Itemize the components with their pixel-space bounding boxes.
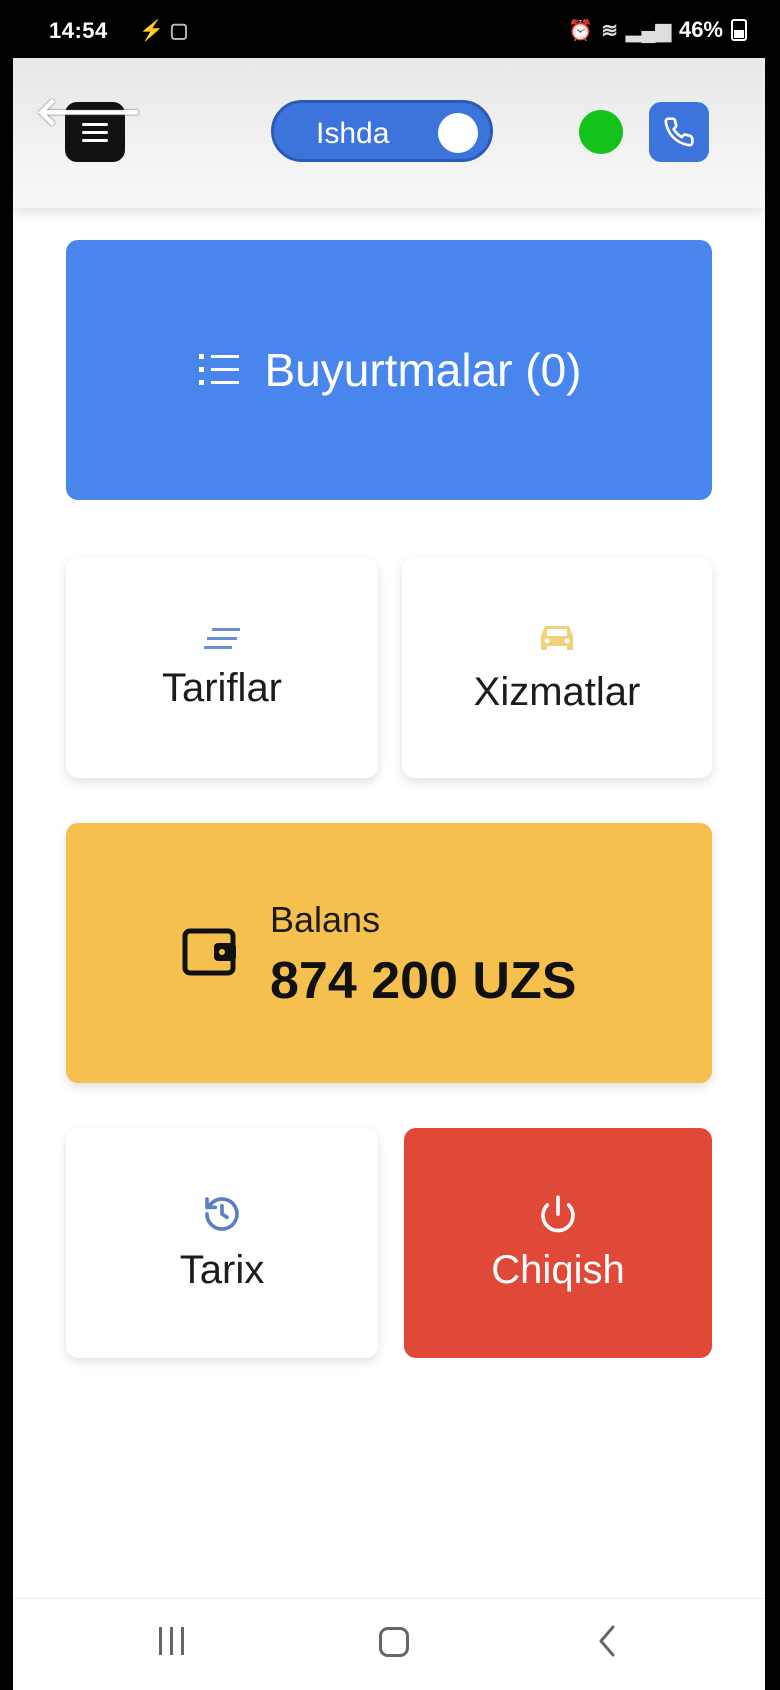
arrow-left-icon[interactable]: 🡐 <box>35 92 142 132</box>
status-bar: 14:54 ⚡ ▢ ⏰ ≋ ▂▄▆ 46% <box>13 0 765 58</box>
tariffs-label: Tariflar <box>161 665 283 710</box>
recents-bar <box>159 1627 162 1655</box>
balance-card[interactable]: Balans 874 200 UZS <box>66 823 712 1083</box>
toggle-knob <box>438 113 478 153</box>
balance-label: Balans <box>270 899 381 940</box>
power-icon <box>541 1195 575 1232</box>
system-nav-bar <box>13 1598 765 1690</box>
hamburger-line <box>82 138 108 142</box>
online-status-indicator <box>579 110 623 154</box>
battery-percent: 46% <box>678 17 723 42</box>
balance-value: 874 200 UZS <box>270 952 577 1010</box>
orders-label: Buyurtmalar (0) <box>264 344 582 396</box>
wifi-icon: ≋ <box>601 19 619 42</box>
recents-bar <box>181 1627 184 1655</box>
call-button[interactable] <box>649 102 709 162</box>
signal-icon: ▂▄▆ <box>626 19 671 42</box>
logout-button[interactable]: Chiqish <box>404 1128 712 1358</box>
notification-icons: ⚡ ▢ <box>139 20 189 42</box>
lines-icon <box>204 627 240 649</box>
work-status-toggle[interactable]: Ishda <box>271 100 493 162</box>
orders-button[interactable]: Buyurtmalar (0) <box>66 240 712 500</box>
top-bar: 🡐 Ishda <box>13 58 765 208</box>
history-icon <box>205 1196 239 1231</box>
home-icon[interactable] <box>379 1627 409 1657</box>
recents-bar <box>170 1627 173 1655</box>
history-button[interactable]: Tarix <box>66 1128 378 1358</box>
tariffs-button[interactable]: Tariflar <box>66 558 378 778</box>
services-label: Xizmatlar <box>473 669 641 714</box>
car-icon <box>541 625 573 650</box>
status-time: 14:54 <box>49 18 108 43</box>
history-label: Tarix <box>179 1247 265 1292</box>
app-content: 🡐 Ishda Buyurtmalar (0) <box>13 58 765 1598</box>
battery-icon <box>731 19 747 41</box>
list-icon <box>198 354 239 385</box>
recents-icon[interactable] <box>159 1627 184 1655</box>
work-status-label: Ishda <box>316 117 390 150</box>
back-nav-icon[interactable] <box>595 1623 619 1659</box>
status-right: ⏰ ≋ ▂▄▆ 46% <box>568 17 747 43</box>
logout-label: Chiqish <box>491 1247 625 1292</box>
phone-icon <box>664 117 694 147</box>
wallet-icon <box>182 928 236 976</box>
services-button[interactable]: Xizmatlar <box>402 558 712 778</box>
alarm-icon: ⏰ <box>568 19 594 42</box>
phone-screen: 14:54 ⚡ ▢ ⏰ ≋ ▂▄▆ 46% 🡐 Ishda <box>13 0 765 1690</box>
